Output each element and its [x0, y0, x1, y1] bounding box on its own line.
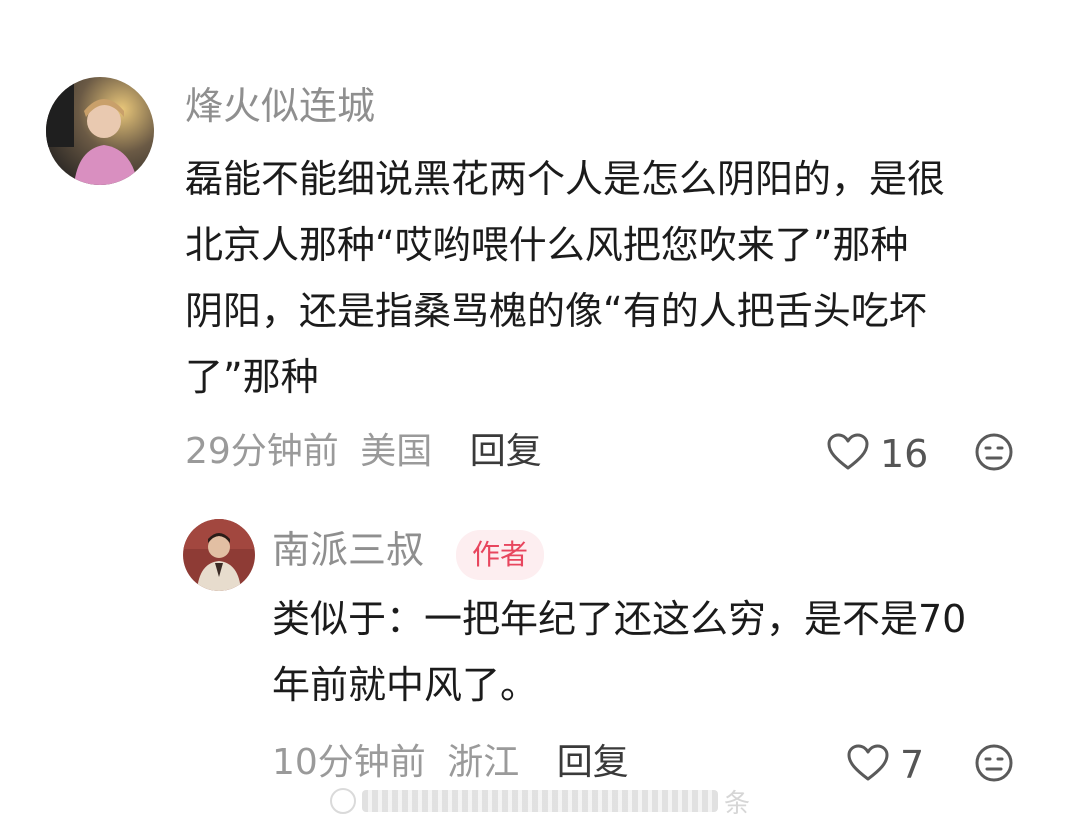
- comment-line: 了”那种: [185, 355, 319, 399]
- reply-text: 类似于：一把年纪了还这么穷，是不是70 年前就中风了。: [272, 586, 1052, 718]
- reply-time: 10分钟前: [272, 742, 426, 783]
- like-count: 16: [880, 432, 929, 476]
- reply-button[interactable]: 回复: [470, 434, 542, 470]
- heart-icon: [846, 743, 890, 787]
- reply-line: 年前就中风了。: [272, 663, 539, 707]
- author-badge: 作者: [456, 530, 545, 580]
- emoji-button[interactable]: [974, 743, 1014, 787]
- like-count: 7: [900, 743, 925, 787]
- comment-location: 美国: [360, 431, 433, 472]
- comment-time: 29分钟前: [185, 431, 339, 472]
- like-button[interactable]: 16: [826, 432, 928, 476]
- watermark-logo-icon: [330, 788, 356, 814]
- comment-line: 北京人那种“哎哟喂什么风把您吹来了”那种: [185, 223, 909, 267]
- comment-line: 阴阳，还是指桑骂槐的像“有的人把舌头吃坏: [185, 289, 927, 333]
- reply-button[interactable]: 回复: [557, 745, 629, 781]
- commenter-username[interactable]: 烽火似连城: [185, 87, 375, 125]
- like-button[interactable]: 7: [846, 743, 924, 787]
- emoji-button[interactable]: [974, 432, 1014, 476]
- comment-meta: 29分钟前 美国 回复: [185, 434, 542, 470]
- watermark-text: 条: [723, 788, 750, 819]
- reply-meta: 10分钟前 浙江 回复: [272, 745, 629, 781]
- reply-location: 浙江: [447, 742, 520, 783]
- emoji-face-icon: [974, 433, 1014, 476]
- watermark-blur: [362, 790, 718, 812]
- comment-line: 磊能不能细说黑花两个人是怎么阴阳的，是很: [185, 157, 946, 201]
- emoji-face-icon: [974, 744, 1014, 787]
- commenter-avatar[interactable]: [46, 77, 154, 185]
- author-avatar[interactable]: [183, 519, 255, 591]
- comment-text: 磊能不能细说黑花两个人是怎么阴阳的，是很 北京人那种“哎哟喂什么风把您吹来了”那…: [185, 146, 1045, 410]
- heart-icon: [826, 432, 870, 476]
- author-username[interactable]: 南派三叔: [272, 531, 424, 569]
- reply-line: 类似于：一把年纪了还这么穷，是不是70: [272, 597, 967, 641]
- watermark: 条: [330, 784, 750, 819]
